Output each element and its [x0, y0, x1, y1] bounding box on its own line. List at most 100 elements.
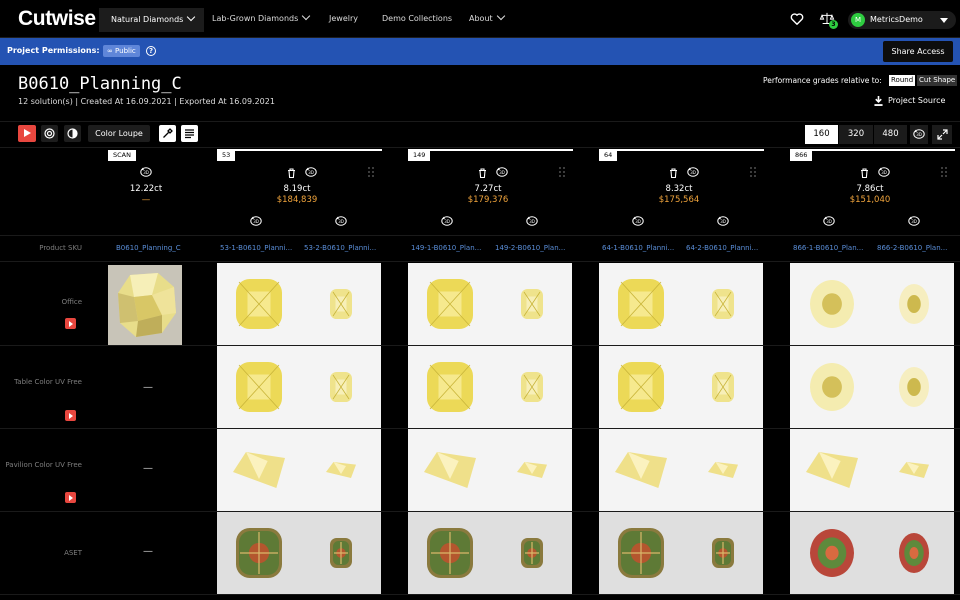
trash-icon[interactable] — [860, 168, 869, 178]
view-3d-icon[interactable]: 3D — [441, 216, 453, 226]
table-color-image-panel[interactable] — [408, 346, 572, 428]
divider — [0, 121, 960, 122]
table-color-image-panel[interactable] — [217, 346, 381, 428]
product-sku-link[interactable]: 64-2-B0610_Planni... — [686, 244, 758, 252]
play-icon[interactable] — [65, 318, 76, 329]
chevron-down-icon — [496, 11, 505, 21]
performance-round-toggle[interactable]: Round — [889, 75, 916, 86]
play-icon[interactable] — [65, 410, 76, 421]
view-3d-icon[interactable]: 3D — [250, 216, 262, 226]
row-label-table-color: Table Color UV Free — [14, 378, 82, 386]
product-sku-link[interactable]: 149-2-B0610_Plan... — [495, 244, 565, 252]
nav-about[interactable]: About — [469, 11, 505, 23]
view-3d-icon[interactable]: 3D — [878, 167, 890, 177]
performance-cut-shape-toggle[interactable]: Cut Shape — [917, 75, 958, 86]
product-sku-link[interactable]: 53-2-B0610_Planni... — [304, 244, 376, 252]
text-align-tool-button[interactable] — [181, 125, 198, 142]
product-sku-link[interactable]: 866-1-B0610_Plan... — [793, 244, 863, 252]
pavilion-color-image-panel[interactable] — [217, 429, 381, 511]
pavilion-color-image-panel[interactable] — [599, 429, 763, 511]
project-source-link[interactable]: Project Source — [888, 96, 945, 105]
diamond-image — [427, 362, 543, 412]
svg-text:3D: 3D — [529, 219, 535, 224]
view-3d-icon[interactable]: 3D — [717, 216, 729, 226]
drag-handle-icon[interactable] — [940, 166, 948, 178]
view-3d-icon[interactable]: 3D — [526, 216, 538, 226]
caret-down-icon — [940, 18, 948, 23]
solution-carat: 8.32ct — [665, 184, 693, 194]
product-sku-link[interactable]: 866-2-B0610_Plan... — [877, 244, 947, 252]
share-access-button[interactable]: Share Access — [883, 41, 953, 62]
permissions-label: Project Permissions: — [7, 46, 100, 55]
aset-image-panel[interactable] — [599, 512, 763, 594]
expand-button[interactable] — [932, 125, 952, 144]
nav-natural-diamonds[interactable]: Natural Diamonds — [99, 8, 205, 32]
rough-stone-photo[interactable] — [108, 265, 182, 345]
empty-value: — — [143, 463, 153, 474]
view-3d-icon[interactable]: 3D — [335, 216, 347, 226]
view-3d-icon[interactable]: 3D — [823, 216, 835, 226]
scan-carat: 12.22ct — [129, 184, 163, 194]
solution-price: $179,376 — [467, 195, 509, 205]
view-3d-icon[interactable]: 3D — [908, 216, 920, 226]
zoom-480-button[interactable]: 480 — [874, 125, 907, 144]
pavilion-color-image-panel[interactable] — [408, 429, 572, 511]
aset-image-panel[interactable] — [217, 512, 381, 594]
view-3d-icon[interactable]: 3D — [140, 167, 152, 177]
office-image-panel[interactable] — [217, 263, 381, 345]
scan-price: — — [141, 195, 151, 205]
diamond-image — [806, 452, 929, 488]
drag-handle-icon[interactable] — [558, 166, 566, 178]
aset-image-panel[interactable] — [790, 512, 954, 594]
drag-handle-icon[interactable] — [367, 166, 375, 178]
row-label-product-sku: Product SKU — [39, 244, 82, 252]
zoom-320-button[interactable]: 320 — [839, 125, 873, 144]
pavilion-color-image-panel[interactable] — [790, 429, 954, 511]
nav-lab-grown-diamonds[interactable]: Lab-Grown Diamonds — [212, 11, 311, 23]
product-sku-link[interactable]: 149-1-B0610_Plan... — [411, 244, 481, 252]
view-3d-button[interactable]: 3D — [910, 125, 928, 144]
scan-tag: SCAN — [108, 150, 136, 161]
trash-icon[interactable] — [669, 168, 678, 178]
nav-jewelry-label: Jewelry — [329, 14, 358, 23]
trash-icon[interactable] — [287, 168, 296, 178]
office-image-panel[interactable] — [790, 263, 954, 345]
scan-sku-link[interactable]: B0610_Planning_C — [116, 244, 181, 252]
table-color-image-panel[interactable] — [790, 346, 954, 428]
svg-text:3D: 3D — [253, 219, 259, 224]
office-image-panel[interactable] — [408, 263, 572, 345]
nav-jewelry[interactable]: Jewelry — [329, 14, 358, 23]
drag-handle-icon[interactable] — [749, 166, 757, 178]
contrast-tool-button[interactable] — [64, 125, 81, 142]
help-icon[interactable]: ? — [146, 46, 156, 56]
heart-icon[interactable] — [790, 12, 804, 26]
color-loupe-button[interactable]: Color Loupe — [88, 125, 150, 142]
view-3d-icon[interactable]: 3D — [305, 167, 317, 177]
product-sku-link[interactable]: 53-1-B0610_Planni... — [220, 244, 292, 252]
diamond-image — [233, 452, 356, 488]
nav-demo-collections[interactable]: Demo Collections — [382, 14, 452, 23]
svg-text:3D: 3D — [635, 219, 641, 224]
solution-tag: 149 — [408, 150, 431, 161]
aset-image-panel[interactable] — [408, 512, 572, 594]
product-sku-link[interactable]: 64-1-B0610_Planni... — [602, 244, 674, 252]
download-icon — [874, 96, 883, 106]
public-badge[interactable]: ∞ Public — [103, 45, 140, 57]
play-icon[interactable] — [65, 492, 76, 503]
trash-icon[interactable] — [478, 168, 487, 178]
diamond-image — [810, 363, 929, 411]
zoom-160-button[interactable]: 160 — [805, 125, 838, 144]
aperture-tool-button[interactable] — [41, 125, 58, 142]
eyedropper-tool-button[interactable] — [159, 125, 176, 142]
office-image-panel[interactable] — [599, 263, 763, 345]
table-color-image-panel[interactable] — [599, 346, 763, 428]
svg-text:3D: 3D — [881, 170, 887, 175]
user-menu[interactable]: M MetricsDemo — [848, 11, 956, 29]
play-all-button[interactable] — [18, 125, 36, 142]
view-3d-icon[interactable]: 3D — [496, 167, 508, 177]
cutwise-logo[interactable]: Cutwise — [18, 7, 96, 31]
view-3d-icon[interactable]: 3D — [632, 216, 644, 226]
solution-price: $151,040 — [849, 195, 891, 205]
view-3d-icon[interactable]: 3D — [687, 167, 699, 177]
solution-tag: 866 — [790, 150, 813, 161]
